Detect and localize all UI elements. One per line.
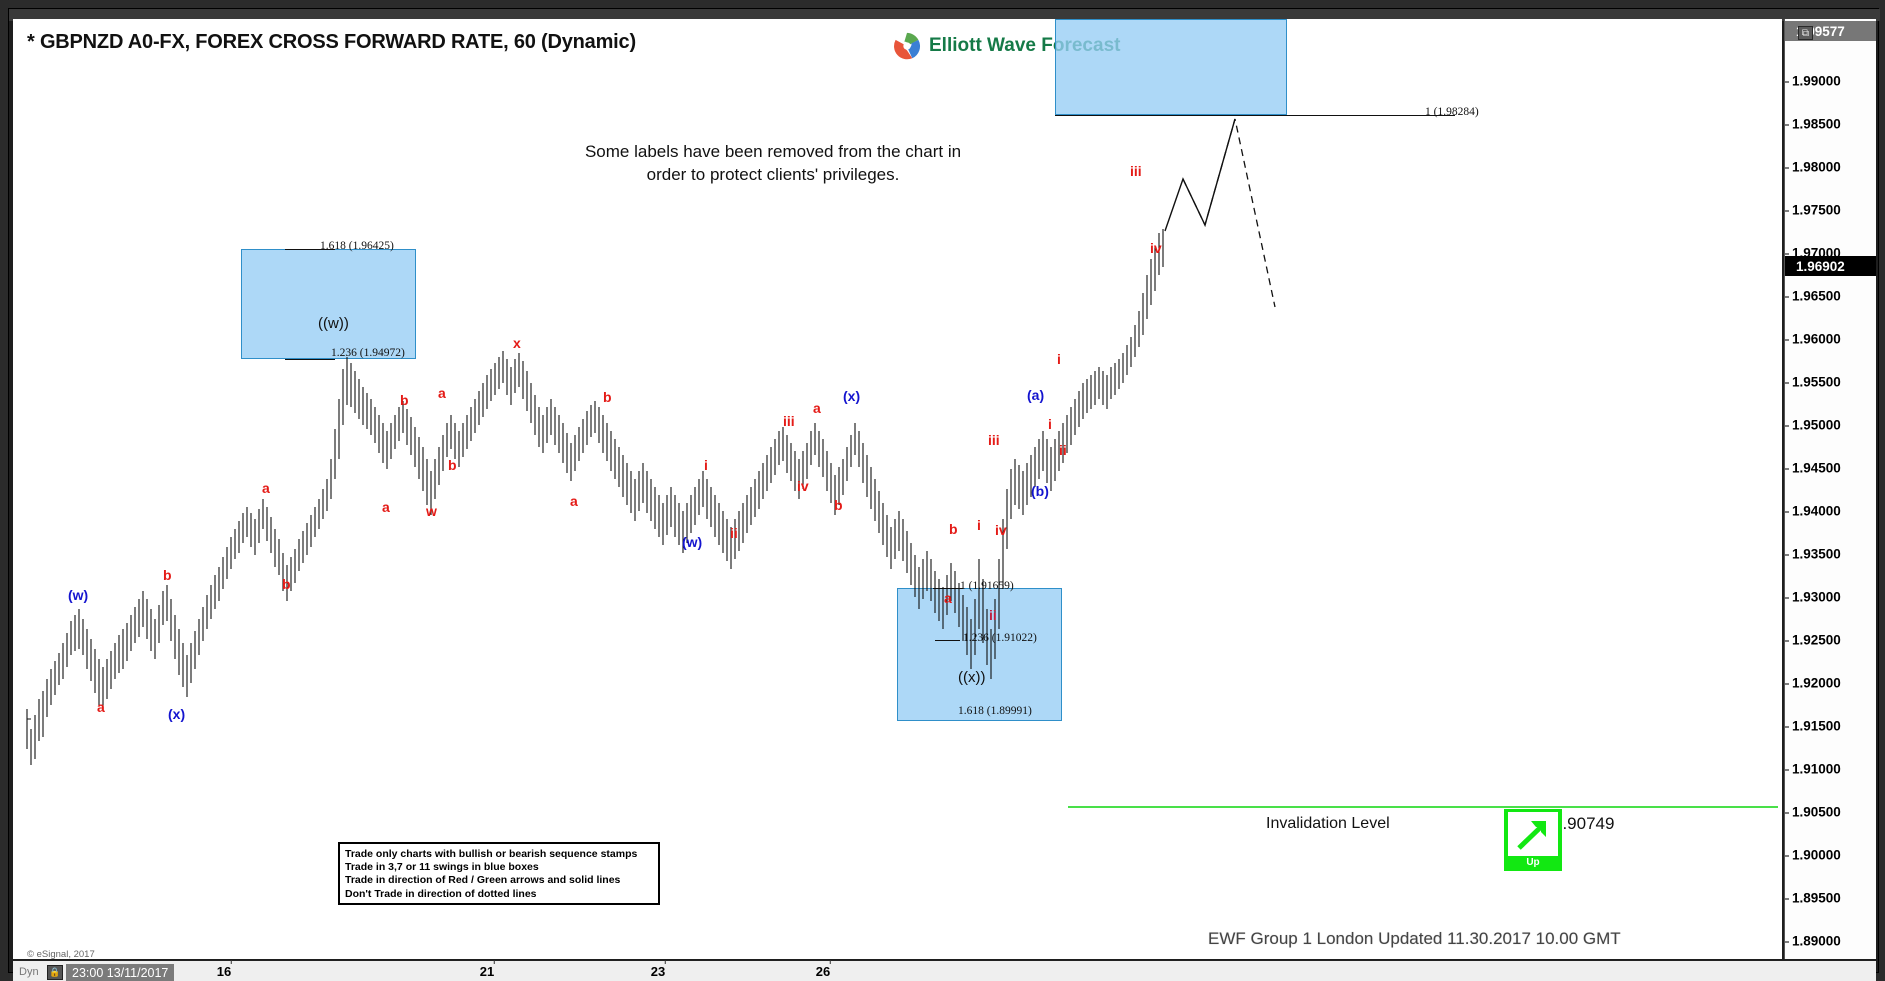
invalidation-level-price: 1.90749 bbox=[1553, 814, 1615, 833]
price-tick: 1.95000 bbox=[1785, 418, 1876, 433]
wave-label: b bbox=[400, 392, 409, 408]
price-tick: 1.95500 bbox=[1785, 375, 1876, 390]
time-tick: 21 bbox=[480, 960, 496, 979]
restore-window-icon[interactable]: ⧉ bbox=[1798, 26, 1813, 40]
crosshair-timestamp: 23:00 13/11/2017 bbox=[66, 964, 175, 981]
wave-label: (b) bbox=[1031, 483, 1049, 499]
wave-label: iv bbox=[797, 478, 809, 494]
wave-label: i bbox=[977, 517, 981, 533]
projection-dashed-line bbox=[1182, 118, 1276, 308]
wave-label: iv bbox=[1150, 240, 1162, 256]
wave-label: b bbox=[282, 576, 291, 592]
time-tick: 26 bbox=[816, 960, 832, 979]
chart-window-frame: * GBPNZD A0-FX, FOREX CROSS FORWARD RATE… bbox=[8, 8, 1880, 981]
dyn-label: Dyn bbox=[19, 966, 39, 978]
price-tick: 1.94500 bbox=[1785, 461, 1876, 476]
price-tick: 1.89000 bbox=[1785, 934, 1876, 949]
arrow-up-right-icon bbox=[1508, 812, 1558, 856]
time-tick: 16 bbox=[217, 960, 233, 979]
invalidation-level-line bbox=[1068, 806, 1778, 808]
app-root: * GBPNZD A0-FX, FOREX CROSS FORWARD RATE… bbox=[0, 0, 1885, 981]
legend-line: Trade only charts with bullish or bearis… bbox=[345, 848, 638, 860]
price-tick: 1.98000 bbox=[1785, 160, 1876, 175]
wave-label: ii bbox=[1059, 442, 1067, 458]
wave-label: a bbox=[813, 400, 821, 416]
wave-label: b bbox=[603, 389, 612, 405]
wave-label: ii bbox=[730, 525, 738, 541]
lock-icon[interactable]: 🔒 bbox=[47, 965, 63, 980]
price-tick: 1.96000 bbox=[1785, 332, 1876, 347]
ewf-update-stamp: EWF Group 1 London Updated 11.30.2017 10… bbox=[1208, 929, 1621, 948]
wave-label: b bbox=[834, 497, 843, 513]
wave-label: iii bbox=[783, 413, 795, 429]
price-tick: 1.93500 bbox=[1785, 547, 1876, 562]
legend-line: Trade in direction of Red / Green arrows… bbox=[345, 874, 621, 887]
price-tick: 1.94000 bbox=[1785, 504, 1876, 519]
wave-label: w bbox=[426, 503, 437, 519]
wave-label: (a) bbox=[1027, 387, 1045, 403]
wave-label: iv bbox=[995, 522, 1007, 538]
price-tick: 1.98500 bbox=[1785, 117, 1876, 132]
price-tick: 1.99000 bbox=[1785, 74, 1876, 89]
legend-line: Trade in 3,7 or 11 swings in blue boxes bbox=[345, 861, 539, 874]
time-tick: 23 bbox=[651, 960, 667, 979]
direction-up-badge[interactable]: Up bbox=[1504, 809, 1562, 871]
price-tick: 1.96500 bbox=[1785, 289, 1876, 304]
wave-label: a bbox=[438, 385, 446, 401]
direction-up-label: Up bbox=[1526, 857, 1540, 868]
time-axis[interactable]: Dyn 🔒 23:00 13/11/2017 16 21 23 26 bbox=[13, 960, 1876, 981]
wave-label: b bbox=[448, 457, 457, 473]
price-tick: 1.90000 bbox=[1785, 848, 1876, 863]
invalidation-level-label: Invalidation Level bbox=[1266, 815, 1390, 832]
legend-line: Don't Trade in direction of dotted lines bbox=[345, 887, 537, 900]
trading-rules-legend: Trade only charts with bullish or bearis… bbox=[338, 842, 660, 905]
price-tick: 1.89500 bbox=[1785, 891, 1876, 906]
wave-label: a bbox=[97, 699, 105, 715]
wave-label: a bbox=[944, 590, 952, 606]
wave-label: ii bbox=[989, 607, 997, 623]
price-tick: 1.91500 bbox=[1785, 719, 1876, 734]
price-axis[interactable]: 1.99000 1.98500 1.98000 1.97500 1.97000 … bbox=[1784, 19, 1876, 959]
wave-label: b bbox=[163, 567, 172, 583]
chart-plot-area[interactable]: * GBPNZD A0-FX, FOREX CROSS FORWARD RATE… bbox=[13, 19, 1782, 959]
wave-label: iii bbox=[988, 432, 1000, 448]
wave-label: x bbox=[513, 335, 521, 351]
price-tick: 1.93000 bbox=[1785, 590, 1876, 605]
wave-label: i bbox=[1057, 351, 1061, 367]
wave-label: a bbox=[382, 499, 390, 515]
wave-label: (w) bbox=[682, 534, 703, 550]
price-tick: 1.91000 bbox=[1785, 762, 1876, 777]
copyright-notice: © eSignal, 2017 bbox=[27, 949, 95, 959]
wave-label: a bbox=[570, 493, 578, 509]
last-price-tag: 1.96902 bbox=[1785, 256, 1876, 276]
price-tick: 1.92000 bbox=[1785, 676, 1876, 691]
price-tick: 1.92500 bbox=[1785, 633, 1876, 648]
wave-label: i bbox=[1048, 416, 1052, 432]
price-tick: 1.97500 bbox=[1785, 203, 1876, 218]
wave-label: iii bbox=[1130, 163, 1142, 179]
wave-label: b bbox=[949, 521, 958, 537]
wave-label: a bbox=[262, 480, 270, 496]
wave-label: (x) bbox=[168, 706, 186, 722]
wave-label: (x) bbox=[843, 388, 861, 404]
price-tick: 1.90500 bbox=[1785, 805, 1876, 820]
wave-label: (w) bbox=[68, 587, 89, 603]
wave-label: i bbox=[704, 457, 708, 473]
